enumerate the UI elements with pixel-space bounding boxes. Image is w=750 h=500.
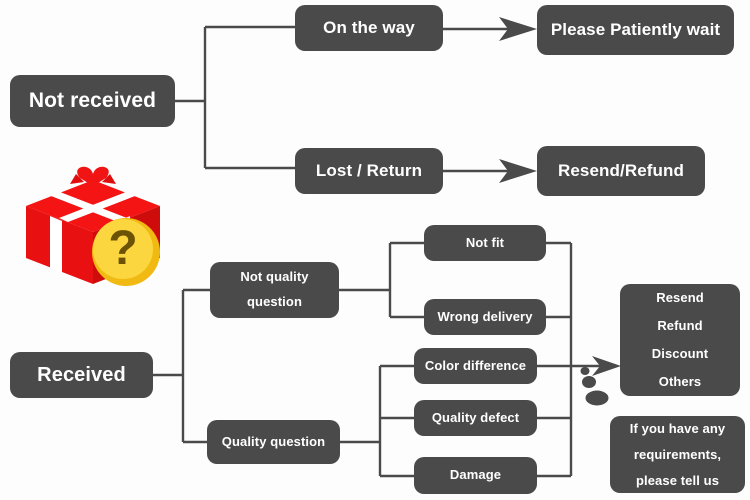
node-label: Not fit — [465, 234, 505, 250]
flowchart-canvas: ? Not received On the way Please Patient… — [0, 0, 750, 500]
node-tell-us[interactable]: If you have any requirements, please tel… — [610, 416, 745, 493]
node-label: Damage — [449, 467, 502, 483]
connector-not-received-branch — [175, 25, 295, 170]
node-label: Please Patiently wait — [550, 19, 721, 39]
connector-received-branch — [153, 288, 210, 444]
node-label: Not received — [28, 88, 157, 112]
node-resolution-options[interactable]: Resend Refund Discount Others — [620, 284, 740, 396]
node-label-line-3: please tell us — [635, 472, 720, 488]
node-label-line-1: Not quality — [240, 269, 309, 285]
node-not-fit[interactable]: Not fit — [424, 225, 546, 261]
node-label-line-1: Resend — [656, 290, 704, 306]
node-label: Lost / Return — [315, 160, 423, 180]
node-label-line-1: If you have any — [629, 420, 726, 436]
bubble-dots-group — [580, 367, 609, 406]
node-label: Quality defect — [431, 409, 520, 425]
node-label-line-4: Others — [658, 373, 702, 389]
node-not-received[interactable]: Not received — [10, 75, 175, 127]
gift-box-question-icon: ? — [26, 166, 160, 286]
node-color-difference[interactable]: Color difference — [414, 348, 537, 384]
node-label: Received — [37, 363, 126, 386]
bubble-dot-large — [585, 390, 609, 406]
node-label-line-3: Discount — [651, 346, 709, 361]
node-quality-defect[interactable]: Quality defect — [414, 400, 537, 436]
svg-text:?: ? — [108, 222, 137, 275]
node-label: Color difference — [424, 357, 527, 373]
node-lost-return[interactable]: Lost / Return — [295, 148, 443, 194]
node-received[interactable]: Received — [10, 352, 153, 398]
node-quality-question[interactable]: Quality question — [207, 420, 340, 464]
node-label: Quality question — [221, 433, 326, 449]
node-damage[interactable]: Damage — [414, 457, 537, 494]
node-on-the-way[interactable]: On the way — [295, 5, 443, 51]
node-resend-refund[interactable]: Resend/Refund — [537, 146, 705, 196]
bubble-dot-small — [580, 367, 590, 375]
node-label-line-2: requirements, — [633, 446, 722, 462]
node-label: On the way — [323, 17, 415, 37]
node-label: Resend/Refund — [558, 160, 684, 180]
connector-quality-branch — [340, 364, 414, 478]
node-wrong-delivery[interactable]: Wrong delivery — [424, 299, 546, 335]
node-label-line-2: Refund — [657, 318, 703, 334]
node-not-quality-question[interactable]: Not quality question — [210, 262, 339, 318]
node-label: Wrong delivery — [437, 308, 533, 324]
node-label-line-2: question — [247, 294, 302, 309]
connector-reasons-to-bus — [537, 241, 573, 478]
connector-not-quality-branch — [339, 241, 424, 319]
node-please-patiently-wait[interactable]: Please Patiently wait — [537, 5, 734, 55]
bubble-dot-medium — [582, 376, 596, 388]
